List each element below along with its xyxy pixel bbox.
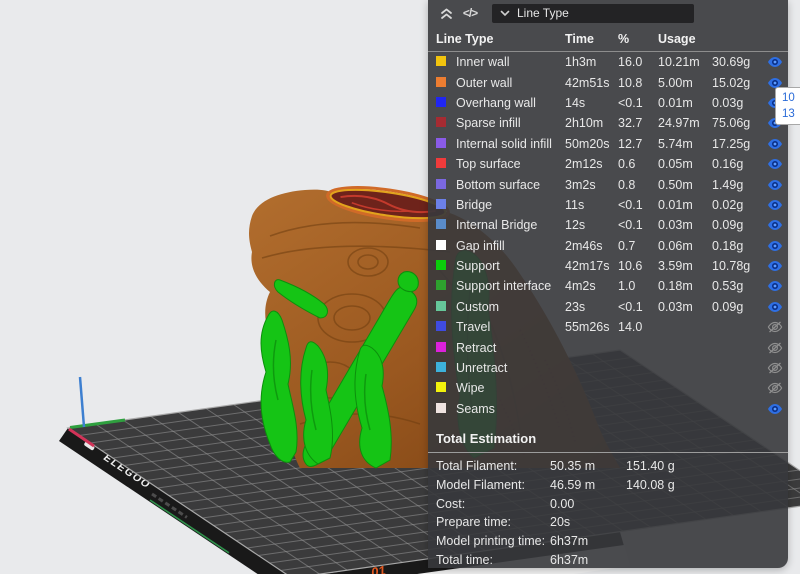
line-type-color-swatch xyxy=(436,321,446,332)
view-type-value: Line Type xyxy=(517,6,569,20)
col-header-usage: Usage xyxy=(658,31,696,46)
line-type-color-swatch xyxy=(436,137,446,148)
visibility-eye-icon[interactable] xyxy=(765,179,785,191)
estimation-row: Model Filament: 46.59 m 140.08 g xyxy=(436,478,675,493)
visibility-eye-icon[interactable] xyxy=(765,260,785,272)
line-type-label: Retract xyxy=(456,340,497,355)
line-type-row: Internal Bridge 12s <0.1 0.03m 0.09g xyxy=(428,215,788,235)
visibility-eye-icon[interactable] xyxy=(765,382,785,394)
line-type-label: Internal Bridge xyxy=(456,218,538,233)
line-type-color-swatch xyxy=(436,178,446,189)
line-type-label: Gap infill xyxy=(456,238,505,253)
line-type-row: Outer wall 42m51s 10.8 5.00m 15.02g xyxy=(428,72,788,92)
visibility-eye-icon[interactable] xyxy=(765,240,785,252)
line-type-color-swatch xyxy=(436,198,446,209)
line-type-color-swatch xyxy=(436,341,446,352)
visibility-eye-icon[interactable] xyxy=(765,301,785,313)
line-type-color-swatch xyxy=(436,239,446,250)
line-type-label: Top surface xyxy=(456,157,521,172)
line-type-row: Travel 55m26s 14.0 xyxy=(428,317,788,337)
view-type-dropdown[interactable]: Line Type xyxy=(492,3,694,23)
line-type-label: Internal solid infill xyxy=(456,136,552,151)
line-type-row: Unretract xyxy=(428,358,788,378)
line-type-color-swatch xyxy=(436,219,446,230)
total-estimation: Total Estimation Total Filament: 50.35 m… xyxy=(428,429,788,569)
visibility-eye-icon[interactable] xyxy=(765,362,785,374)
line-type-color-swatch xyxy=(436,382,446,393)
line-type-label: Wipe xyxy=(456,381,485,396)
line-type-row: Bridge 11s <0.1 0.01m 0.02g xyxy=(428,195,788,215)
estimation-row: Model printing time: 6h37m xyxy=(436,534,589,549)
table-header: Line Type Time % Usage xyxy=(428,26,788,52)
line-type-row: Top surface 2m12s 0.6 0.05m 0.16g xyxy=(428,154,788,174)
line-type-row: Gap infill 2m46s 0.7 0.06m 0.18g xyxy=(428,236,788,256)
visibility-eye-icon[interactable] xyxy=(765,138,785,150)
line-type-row: Bottom surface 3m2s 0.8 0.50m 1.49g xyxy=(428,174,788,194)
visibility-eye-icon[interactable] xyxy=(765,321,785,333)
line-type-color-swatch xyxy=(436,402,446,413)
visibility-eye-icon[interactable] xyxy=(765,199,785,211)
line-type-row: Sparse infill 2h10m 32.7 24.97m 75.06g xyxy=(428,113,788,133)
line-type-color-swatch xyxy=(436,158,446,169)
line-type-label: Overhang wall xyxy=(456,95,536,110)
visibility-eye-icon[interactable] xyxy=(765,56,785,68)
estimation-row: Total time: 6h37m xyxy=(436,552,589,567)
line-type-label: Seams xyxy=(456,401,495,416)
panel-toolbar: </> Line Type xyxy=(428,0,788,26)
line-type-color-swatch xyxy=(436,362,446,373)
line-type-label: Outer wall xyxy=(456,75,513,90)
visibility-eye-icon[interactable] xyxy=(765,219,785,231)
line-type-row: Retract xyxy=(428,337,788,357)
line-type-table: Inner wall 1h3m 16.0 10.21m 30.69g Outer… xyxy=(428,52,788,419)
line-type-label: Inner wall xyxy=(456,55,510,70)
col-header-percent: % xyxy=(618,31,630,46)
col-header-line-type: Line Type xyxy=(436,31,494,46)
line-type-label: Bridge xyxy=(456,197,493,212)
line-type-row: Custom 23s <0.1 0.03m 0.09g xyxy=(428,297,788,317)
line-type-label: Support xyxy=(456,259,500,274)
line-type-label: Support interface xyxy=(456,279,552,294)
col-header-time: Time xyxy=(565,31,594,46)
line-type-color-swatch xyxy=(436,96,446,107)
line-type-row: Inner wall 1h3m 16.0 10.21m 30.69g xyxy=(428,52,788,72)
estimation-row: Total Filament: 50.35 m 151.40 g xyxy=(436,459,675,474)
line-type-row: Wipe xyxy=(428,378,788,398)
line-type-color-swatch xyxy=(436,280,446,291)
visibility-eye-icon[interactable] xyxy=(765,342,785,354)
line-type-label: Custom xyxy=(456,299,500,314)
line-type-color-swatch xyxy=(436,260,446,271)
visibility-eye-icon[interactable] xyxy=(765,158,785,170)
line-type-row: Seams xyxy=(428,399,788,419)
visibility-eye-icon[interactable] xyxy=(765,403,785,415)
estimation-row: Cost: 0.00 xyxy=(436,496,575,511)
gcode-text-icon[interactable]: </> xyxy=(458,3,482,23)
hover-tooltip: 10 13 xyxy=(775,87,800,125)
line-type-label: Unretract xyxy=(456,361,508,376)
line-type-label: Bottom surface xyxy=(456,177,541,192)
line-type-row: Support 42m17s 10.6 3.59m 10.78g xyxy=(428,256,788,276)
line-type-row: Internal solid infill 50m20s 12.7 5.74m … xyxy=(428,134,788,154)
line-type-color-swatch xyxy=(436,117,446,128)
collapse-panel-icon[interactable] xyxy=(434,3,458,23)
line-type-panel: </> Line Type Line Type Time % Usage Inn… xyxy=(428,0,788,568)
line-type-label: Travel xyxy=(456,320,491,335)
line-type-color-swatch xyxy=(436,76,446,87)
line-type-color-swatch xyxy=(436,300,446,311)
line-type-label: Sparse infill xyxy=(456,116,521,131)
estimation-row: Prepare time: 20s xyxy=(436,515,571,530)
chevron-down-icon xyxy=(500,10,510,17)
total-estimation-title: Total Estimation xyxy=(436,431,537,447)
axis-z-blue xyxy=(78,376,86,428)
line-type-row: Overhang wall 14s <0.1 0.01m 0.03g xyxy=(428,93,788,113)
line-type-row: Support interface 4m2s 1.0 0.18m 0.53g xyxy=(428,276,788,296)
visibility-eye-icon[interactable] xyxy=(765,280,785,292)
line-type-color-swatch xyxy=(436,56,446,67)
